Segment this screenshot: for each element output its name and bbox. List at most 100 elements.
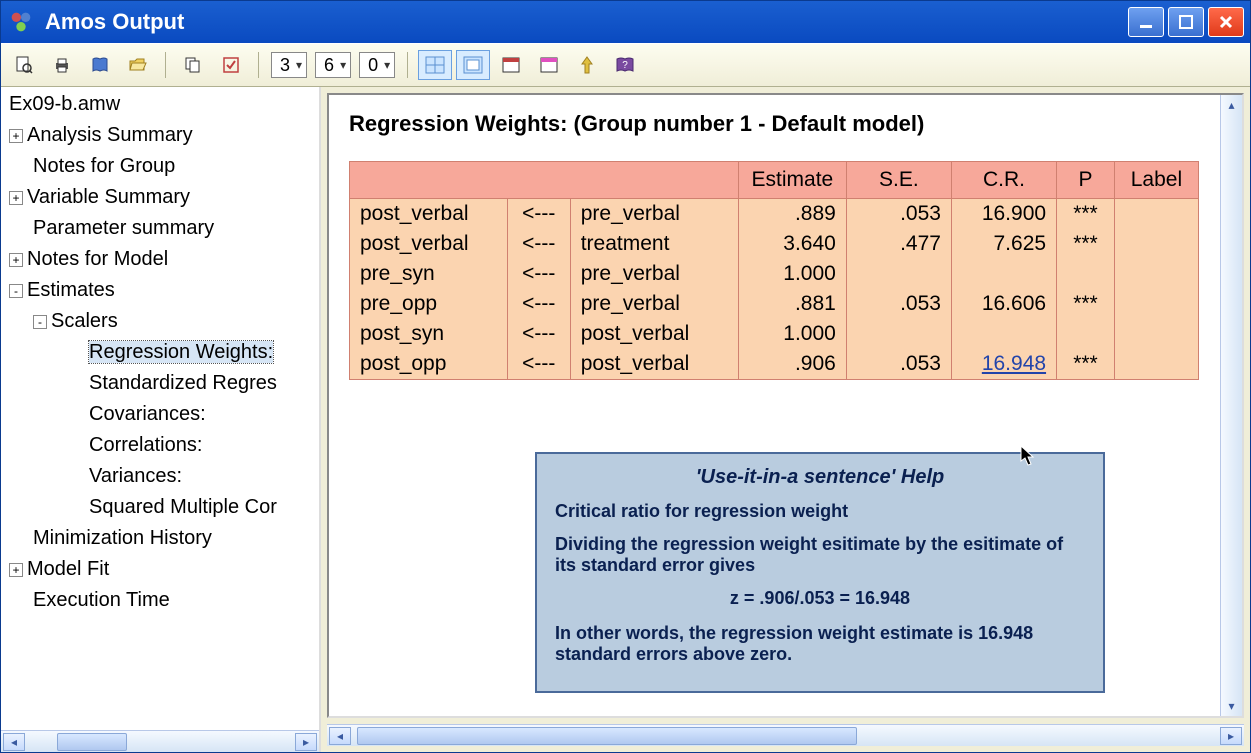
cell-estimate: .881: [738, 289, 846, 319]
up-arrow-icon[interactable]: [570, 50, 604, 80]
book-icon[interactable]: [83, 50, 117, 80]
scroll-track[interactable]: [353, 727, 1218, 745]
toolbar-separator: [258, 52, 259, 78]
scroll-left-icon[interactable]: ◂: [3, 733, 25, 751]
scroll-track[interactable]: [1221, 115, 1242, 696]
tree-minimization-history[interactable]: Minimization History: [5, 523, 315, 554]
tree-covariances[interactable]: Covariances:: [5, 399, 315, 430]
cell-arrow: <---: [507, 319, 570, 349]
tree-regression-weights[interactable]: Regression Weights:: [5, 337, 315, 368]
tree-notes-model[interactable]: +Notes for Model: [5, 244, 315, 275]
toolbar-separator: [165, 52, 166, 78]
chevron-down-icon: ▾: [340, 58, 346, 72]
table-header-blank: [350, 162, 739, 199]
decimals-select-3[interactable]: 0▾: [359, 52, 395, 78]
layout-icon-2[interactable]: [456, 50, 490, 80]
cr-link[interactable]: 16.948: [982, 352, 1046, 375]
help-line-3: In other words, the regression weight es…: [555, 623, 1085, 665]
layout-icon-1[interactable]: [418, 50, 452, 80]
cell-dependent: pre_opp: [350, 289, 508, 319]
scroll-thumb[interactable]: [357, 727, 857, 745]
open-icon[interactable]: [121, 50, 155, 80]
navigation-sidebar: Ex09-b.amw +Analysis Summary Notes for G…: [1, 87, 321, 752]
table-row: post_opp<---post_verbal.906.05316.948***: [350, 349, 1199, 380]
tree-correlations[interactable]: Correlations:: [5, 430, 315, 461]
tree-variances[interactable]: Variances:: [5, 461, 315, 492]
amos-output-window: Amos Output 3▾ 6▾ 0▾ ?: [0, 0, 1251, 753]
tree-estimates[interactable]: -Estimates: [5, 275, 315, 306]
cell-cr: [951, 319, 1056, 349]
help-line-1: Critical ratio for regression weight: [555, 501, 1085, 522]
collapse-icon[interactable]: -: [9, 284, 23, 298]
maximize-button[interactable]: [1168, 7, 1204, 37]
tree-standardized[interactable]: Standardized Regres: [5, 368, 315, 399]
scroll-track[interactable]: [27, 733, 293, 751]
tree-execution-time[interactable]: Execution Time: [5, 585, 315, 616]
app-icon: [7, 8, 35, 36]
preview-icon[interactable]: [7, 50, 41, 80]
cell-arrow: <---: [507, 289, 570, 319]
cell-p: ***: [1057, 229, 1115, 259]
expand-icon[interactable]: +: [9, 129, 23, 143]
options-icon[interactable]: [214, 50, 248, 80]
help-title: 'Use-it-in-a sentence' Help: [555, 466, 1085, 489]
cell-independent: pre_verbal: [570, 199, 738, 230]
scroll-thumb[interactable]: [57, 733, 127, 751]
content-hscrollbar[interactable]: ◂ ▸: [327, 724, 1244, 746]
expand-icon[interactable]: +: [9, 191, 23, 205]
content-vscrollbar[interactable]: ▴ ▾: [1220, 95, 1242, 716]
tree-variable-summary[interactable]: +Variable Summary: [5, 182, 315, 213]
svg-text:?: ?: [622, 60, 628, 71]
cell-se: .053: [846, 199, 951, 230]
cell-dependent: post_opp: [350, 349, 508, 380]
decimals-select-2[interactable]: 6▾: [315, 52, 351, 78]
scroll-right-icon[interactable]: ▸: [1220, 727, 1242, 745]
cell-independent: pre_verbal: [570, 289, 738, 319]
tree-analysis-summary[interactable]: +Analysis Summary: [5, 120, 315, 151]
help-equation: z = .906/.053 = 16.948: [555, 588, 1085, 609]
scroll-up-icon[interactable]: ▴: [1221, 95, 1242, 115]
cell-se: [846, 259, 951, 289]
scroll-right-icon[interactable]: ▸: [295, 733, 317, 751]
minimize-button[interactable]: [1128, 7, 1164, 37]
tree-model-fit[interactable]: +Model Fit: [5, 554, 315, 585]
cell-label: [1114, 199, 1198, 230]
table-row: pre_opp<---pre_verbal.881.05316.606***: [350, 289, 1199, 319]
copy-icon[interactable]: [176, 50, 210, 80]
cell-arrow: <---: [507, 349, 570, 380]
window-icon-2[interactable]: [532, 50, 566, 80]
tree-file[interactable]: Ex09-b.amw: [5, 89, 315, 120]
tree-parameter-summary[interactable]: Parameter summary: [5, 213, 315, 244]
cell-cr: 16.900: [951, 199, 1056, 230]
table-row: post_verbal<---pre_verbal.889.05316.900*…: [350, 199, 1199, 230]
cell-p: ***: [1057, 289, 1115, 319]
cell-arrow: <---: [507, 199, 570, 230]
col-se: S.E.: [846, 162, 951, 199]
tree-scalers[interactable]: -Scalers: [5, 306, 315, 337]
cell-dependent: post_syn: [350, 319, 508, 349]
cell-dependent: pre_syn: [350, 259, 508, 289]
expand-icon[interactable]: +: [9, 253, 23, 267]
output-tree[interactable]: Ex09-b.amw +Analysis Summary Notes for G…: [1, 87, 319, 730]
tree-squared-multiple[interactable]: Squared Multiple Cor: [5, 492, 315, 523]
window-controls: [1128, 7, 1244, 37]
cell-estimate: .906: [738, 349, 846, 380]
sidebar-hscrollbar[interactable]: ◂ ▸: [1, 730, 319, 752]
cell-cr: [951, 259, 1056, 289]
window-icon-1[interactable]: [494, 50, 528, 80]
cell-label: [1114, 319, 1198, 349]
scroll-left-icon[interactable]: ◂: [329, 727, 351, 745]
cell-independent: post_verbal: [570, 319, 738, 349]
cell-se: [846, 319, 951, 349]
help-icon[interactable]: ?: [608, 50, 642, 80]
close-button[interactable]: [1208, 7, 1244, 37]
print-icon[interactable]: [45, 50, 79, 80]
collapse-icon[interactable]: -: [33, 315, 47, 329]
scroll-down-icon[interactable]: ▾: [1221, 696, 1242, 716]
decimals-select-1[interactable]: 3▾: [271, 52, 307, 78]
tree-notes-group[interactable]: Notes for Group: [5, 151, 315, 182]
help-tooltip: 'Use-it-in-a sentence' Help Critical rat…: [535, 452, 1105, 693]
window-title: Amos Output: [45, 9, 1128, 35]
expand-icon[interactable]: +: [9, 563, 23, 577]
cell-estimate: .889: [738, 199, 846, 230]
